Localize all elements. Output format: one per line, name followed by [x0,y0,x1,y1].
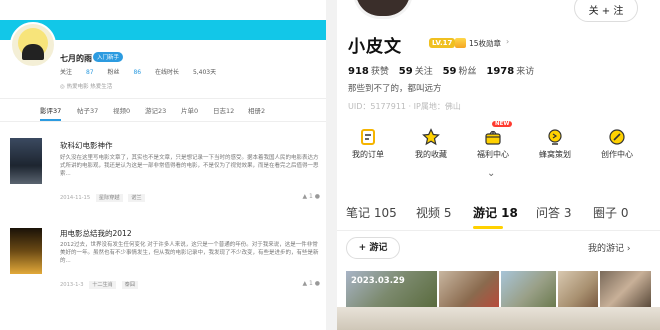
action-welfare[interactable]: 福利中心 [463,124,523,160]
bulb-icon [546,128,564,146]
tab-travels[interactable]: 游记 18 [473,204,518,221]
tab-logs[interactable]: 日志12 [213,105,234,115]
fans-stat[interactable]: 59 粉丝 [443,66,477,77]
review-tag[interactable]: 星际穿越 [95,194,123,202]
travel-photo[interactable] [600,271,651,307]
tab-posts[interactable]: 帖子37 [77,105,98,115]
user-stats: 918 获赞 59 关注 59 粉丝 1978 来访 [348,64,541,77]
action-label: 创作中心 [601,150,633,159]
tab-lists[interactable]: 片单0 [181,105,198,115]
review-actions: ▲ 1 ● [302,280,320,287]
chevron-right-icon[interactable]: › [506,37,509,46]
comment-icon[interactable]: ● [315,280,320,287]
fans-label: 粉丝 [107,69,120,76]
time-label: 在线时长 [155,69,180,76]
review-tag[interactable]: 十二生肖 [89,281,116,289]
review-title[interactable]: 用电影总结我的2012 [60,228,132,239]
signature: ◎ 热爱电影 热爱生活 [60,82,112,90]
pen-icon [608,128,626,146]
review-tag[interactable]: 诺兰 [128,194,145,202]
like-icon[interactable]: ▲ [302,193,307,200]
tab-videos[interactable]: 视频0 [113,105,130,115]
following-stat[interactable]: 59 关注 [399,66,433,77]
username[interactable]: 七月的雨 [60,53,92,64]
location-icon: ◎ [60,84,65,90]
travel-photo-row[interactable] [337,307,660,330]
tab-reviews[interactable]: 影评37 [40,105,62,121]
new-badge: NEW [492,121,513,127]
like-icon[interactable]: ▲ [302,280,307,287]
comment-icon[interactable]: ● [315,193,320,200]
quick-actions: 我的订单 我的收藏 福利中心 蜂窝策划 创作中心 [337,124,660,174]
follow-label: 关注 [60,69,73,76]
username: 小皮文 [348,37,402,57]
signature-text: 热爱电影 热爱生活 [66,84,113,90]
movie-poster[interactable] [10,228,42,274]
tab-videos[interactable]: 视频 5 [416,204,451,221]
review-meta: 2014-11-15 星际穿越 诺兰 [60,194,145,202]
avatar[interactable] [10,22,56,68]
gift-icon [484,128,502,146]
action-planning[interactable]: 蜂窝策划 [525,124,585,160]
action-label: 蜂窝策划 [539,150,571,159]
active-tab-indicator [473,226,503,229]
action-favorites[interactable]: 我的收藏 [401,124,461,160]
tab-notes[interactable]: 笔记 105 [346,204,397,221]
like-count: 1 [309,193,313,200]
star-icon [422,128,440,146]
right-profile-panel: 关 + 注 小皮文 LV.17 15枚勋章 › 918 获赞 59 关注 59 粉丝 … [337,0,660,330]
follow-count[interactable]: 87 [86,69,94,76]
review-excerpt: 2012过去，世界没有发生任何变化 对于许多人来说，这只是一个普通的年份。对于我… [60,242,319,264]
action-label: 我的收藏 [415,150,447,159]
user-stats: 关注 87 粉丝 86 在线时长 5,403天 [60,67,240,76]
level-badge[interactable]: LV.17 [429,38,456,48]
movie-poster[interactable] [10,138,42,184]
action-orders[interactable]: 我的订单 [338,124,398,160]
visits-stat[interactable]: 1978 来访 [486,66,534,77]
photo-date: 2023.03.29 [351,276,405,286]
tab-qa[interactable]: 问答 3 [536,204,571,221]
review-title[interactable]: 软科幻电影神作 [60,140,113,151]
panel-divider [326,0,337,330]
action-creation[interactable]: 创作中心 [587,124,647,160]
travel-photo[interactable] [501,271,556,307]
review-excerpt: 好久没在这里写电影文章了，其实也不是文章，只是想记录一下当时的感受。据本着我国人… [60,155,319,177]
tab-circles[interactable]: 圈子 0 [593,204,628,221]
medal-count[interactable]: 15枚勋章 [469,38,501,49]
tab-albums[interactable]: 相册2 [248,105,265,115]
time-value: 5,403天 [192,69,217,76]
avatar[interactable] [353,0,413,19]
left-profile-panel: 七月的雨 入门新手 关注 87 粉丝 86 在线时长 5,403天 ◎ 热爱电影… [0,0,326,330]
chevron-down-icon[interactable]: ⌄ [487,168,495,179]
add-travel-button[interactable]: + 游记 [346,237,400,259]
review-date: 2014-11-15 [60,195,91,201]
uid-location: UID：5177911 · IP属地：佛山 [348,102,461,111]
action-label: 我的订单 [352,150,384,159]
medal-icon [455,38,466,48]
order-icon [359,128,377,146]
follow-button[interactable]: 关 + 注 [574,0,638,22]
review-meta: 2013-1-3 十二生肖 泰囧 [60,281,139,289]
travel-photo[interactable] [439,271,499,307]
review-date: 2013-1-3 [60,282,84,288]
travel-photo[interactable] [558,271,598,307]
action-label: 福利中心 [477,150,509,159]
bio: 那些到不了的，都叫远方 [348,84,442,94]
tab-bar: 影评37 帖子37 视频0 游记23 片单0 日志12 相册2 [0,98,326,122]
tab-travels[interactable]: 游记23 [145,105,166,115]
silhouette-shape [22,44,44,60]
like-count: 1 [309,280,313,287]
level-badge: 入门新手 [93,52,124,62]
review-actions: ▲ 1 ● [302,193,320,200]
review-tag[interactable]: 泰囧 [121,281,139,289]
my-travels-link[interactable]: 我的游记 › [588,241,630,254]
likes-stat[interactable]: 918 获赞 [348,66,389,77]
fans-count[interactable]: 86 [133,69,141,76]
